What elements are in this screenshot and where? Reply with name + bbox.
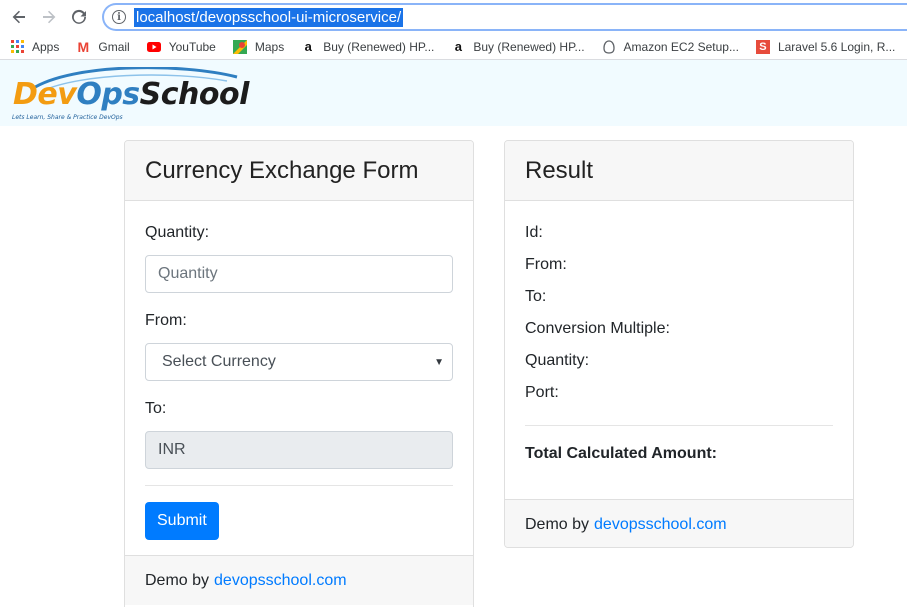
to-label: To: [145, 400, 167, 417]
bookmark-label: YouTube [168, 39, 216, 54]
result-id: Id: [525, 224, 543, 241]
back-arrow-icon [12, 10, 25, 24]
footer-text: Demo by [525, 515, 590, 533]
total-amount-label: Total Calculated Amount: [525, 445, 717, 462]
form-body: Quantity: From: Select Currency ▼ To: IN… [125, 201, 473, 540]
from-currency-select[interactable]: Select Currency ▼ [145, 343, 453, 381]
quantity-input[interactable] [145, 255, 453, 293]
to-currency-field: INR [145, 431, 453, 469]
reload-button[interactable] [66, 4, 92, 30]
forward-button[interactable] [36, 4, 62, 30]
bookmark-label: Buy (Renewed) HP... [473, 39, 585, 54]
result-from: From: [525, 256, 567, 273]
logo-school: School [139, 77, 250, 112]
exchange-form-card: Currency Exchange Form Quantity: From: S… [124, 140, 474, 607]
form-title: Currency Exchange Form [125, 141, 473, 201]
result-conversion-multiple: Conversion Multiple: [525, 320, 670, 337]
result-footer: Demo by devopsschool.com [505, 499, 853, 547]
logo-tagline: Lets Learn, Share & Practice DevOps [12, 114, 123, 121]
page-icon [602, 39, 616, 54]
slides-icon: S [755, 39, 770, 54]
logo-wordmark: DevOpsSchool [13, 77, 249, 112]
bookmark-label: Amazon EC2 Setup... [623, 39, 739, 54]
bookmark-label: Laravel 5.6 Login, R... [777, 39, 896, 54]
url-text[interactable]: localhost/devopsschool-ui-microservice/ [134, 7, 404, 27]
address-bar[interactable]: i localhost/devopsschool-ui-microservice… [102, 3, 907, 31]
amazon-icon: a [454, 39, 462, 54]
from-selected-value: Select Currency [162, 353, 276, 370]
back-button[interactable] [6, 4, 32, 30]
footer-link[interactable]: devopsschool.com [594, 516, 727, 534]
bookmark-label: Maps [254, 39, 285, 54]
result-divider [525, 425, 833, 426]
bookmark-maps[interactable]: Maps [232, 39, 285, 54]
info-icon[interactable]: i [112, 10, 126, 24]
quantity-label: Quantity: [145, 224, 210, 241]
gmail-icon: M [77, 38, 90, 55]
result-port: Port: [525, 384, 559, 401]
main-content: Currency Exchange Form Quantity: From: S… [0, 126, 907, 607]
bookmark-apps[interactable]: Apps [10, 40, 59, 54]
form-footer: Demo by devopsschool.com [125, 555, 473, 605]
forward-arrow-icon [43, 10, 56, 24]
devopsschool-logo[interactable]: DevOpsSchool Lets Learn, Share & Practic… [10, 63, 249, 123]
bookmark-ec2[interactable]: Amazon EC2 Setup... [602, 40, 739, 54]
logo-ops: Ops [76, 77, 140, 112]
bookmark-gmail[interactable]: M Gmail [76, 38, 130, 55]
result-title: Result [505, 141, 853, 201]
result-to: To: [525, 288, 547, 305]
bookmark-label: Gmail [98, 39, 130, 54]
apps-icon [10, 40, 24, 54]
bookmark-youtube[interactable]: YouTube [146, 39, 216, 54]
bookmark-laravel[interactable]: S Laravel 5.6 Login, R... [755, 39, 896, 54]
reload-icon [72, 9, 86, 24]
amazon-icon: a [304, 39, 312, 54]
logo-dev: Dev [13, 77, 77, 112]
bookmarks-bar: Apps M Gmail YouTube Maps a Buy (Renewed… [0, 34, 907, 60]
site-header: DevOpsSchool Lets Learn, Share & Practic… [0, 60, 907, 126]
youtube-icon [146, 40, 161, 54]
bookmark-label: Buy (Renewed) HP... [323, 39, 435, 54]
bookmark-amazon-2[interactable]: a Buy (Renewed) HP... [451, 39, 585, 54]
footer-link[interactable]: devopsschool.com [214, 572, 347, 590]
form-divider [145, 485, 453, 486]
maps-icon [232, 39, 247, 54]
result-quantity: Quantity: [525, 352, 590, 369]
footer-text: Demo by [145, 571, 210, 589]
bookmark-label: Apps [32, 39, 60, 54]
result-body: Id: From: To: Conversion Multiple: Quant… [505, 201, 853, 466]
bookmark-amazon-1[interactable]: a Buy (Renewed) HP... [301, 39, 435, 54]
submit-button[interactable]: Submit [145, 502, 219, 540]
browser-toolbar: i localhost/devopsschool-ui-microservice… [0, 0, 907, 34]
from-label: From: [145, 312, 187, 329]
dropdown-caret-icon: ▼ [434, 356, 444, 368]
result-card: Result Id: From: To: Conversion Multiple… [504, 140, 854, 548]
